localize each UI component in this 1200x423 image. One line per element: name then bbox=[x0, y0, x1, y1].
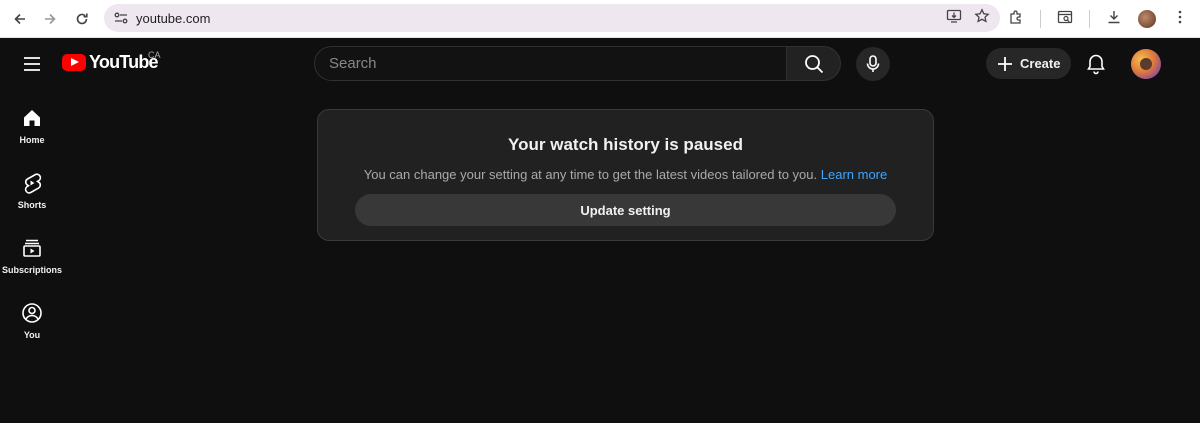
message-text: You can change your setting at any time … bbox=[363, 167, 818, 182]
guide-item-label: You bbox=[23, 330, 41, 340]
tab-search-icon[interactable] bbox=[1057, 9, 1073, 30]
install-app-icon[interactable] bbox=[946, 8, 962, 29]
learn-more-link[interactable]: Learn more bbox=[821, 167, 887, 182]
guide-sidebar: Home Shorts Subscriptions You bbox=[0, 90, 64, 350]
site-info-icon[interactable] bbox=[106, 4, 136, 32]
address-bar[interactable]: youtube.com bbox=[104, 4, 1000, 32]
download-icon[interactable] bbox=[1106, 9, 1122, 30]
bell-icon bbox=[1087, 54, 1105, 75]
country-code: CA bbox=[148, 50, 161, 60]
forward-icon[interactable] bbox=[36, 5, 64, 33]
plus-icon bbox=[998, 56, 1012, 71]
shorts-icon bbox=[21, 172, 43, 194]
masthead: YouTube CA Create bbox=[0, 38, 1200, 90]
home-icon bbox=[21, 107, 43, 129]
more-icon[interactable] bbox=[1172, 9, 1188, 30]
create-label: Create bbox=[1020, 56, 1061, 71]
search-icon bbox=[804, 54, 823, 73]
youtube-logo[interactable]: YouTube bbox=[62, 52, 159, 73]
subscriptions-icon bbox=[21, 237, 43, 259]
toolbar-separator bbox=[1040, 10, 1041, 28]
message-title: Your watch history is paused bbox=[508, 135, 743, 154]
guide-item-label: Home bbox=[19, 135, 45, 145]
guide-item-you[interactable]: You bbox=[0, 285, 64, 350]
guide-item-label: Subscriptions bbox=[1, 265, 62, 275]
message-description: You can change your setting at any time … bbox=[318, 167, 933, 182]
guide-item-shorts[interactable]: Shorts bbox=[0, 155, 64, 220]
menu-icon[interactable] bbox=[18, 50, 46, 78]
extensions-icon[interactable] bbox=[1008, 9, 1024, 30]
search-bar bbox=[314, 46, 841, 81]
guide-item-home[interactable]: Home bbox=[0, 90, 64, 155]
youtube-play-icon bbox=[62, 54, 86, 71]
reload-icon[interactable] bbox=[68, 5, 96, 33]
toolbar-separator bbox=[1089, 10, 1090, 28]
youtube-page: YouTube CA Create Home bbox=[0, 38, 1200, 423]
bookmark-star-icon[interactable] bbox=[974, 7, 990, 29]
you-icon bbox=[21, 302, 43, 324]
guide-item-subscriptions[interactable]: Subscriptions bbox=[0, 220, 64, 285]
microphone-icon bbox=[866, 55, 880, 72]
url-text[interactable]: youtube.com bbox=[136, 11, 210, 26]
history-paused-message: Your watch history is paused You can cha… bbox=[317, 109, 934, 241]
avatar[interactable] bbox=[1131, 49, 1161, 79]
browser-toolbar: youtube.com bbox=[0, 0, 1200, 38]
guide-item-label: Shorts bbox=[17, 200, 47, 210]
profile-icon[interactable] bbox=[1138, 10, 1156, 28]
create-button[interactable]: Create bbox=[986, 48, 1071, 79]
search-button[interactable] bbox=[786, 46, 841, 81]
notifications-button[interactable] bbox=[1082, 50, 1110, 78]
voice-search-button[interactable] bbox=[856, 47, 890, 81]
update-setting-button[interactable]: Update setting bbox=[355, 194, 896, 226]
search-input[interactable] bbox=[314, 46, 786, 81]
back-icon[interactable] bbox=[6, 5, 34, 33]
